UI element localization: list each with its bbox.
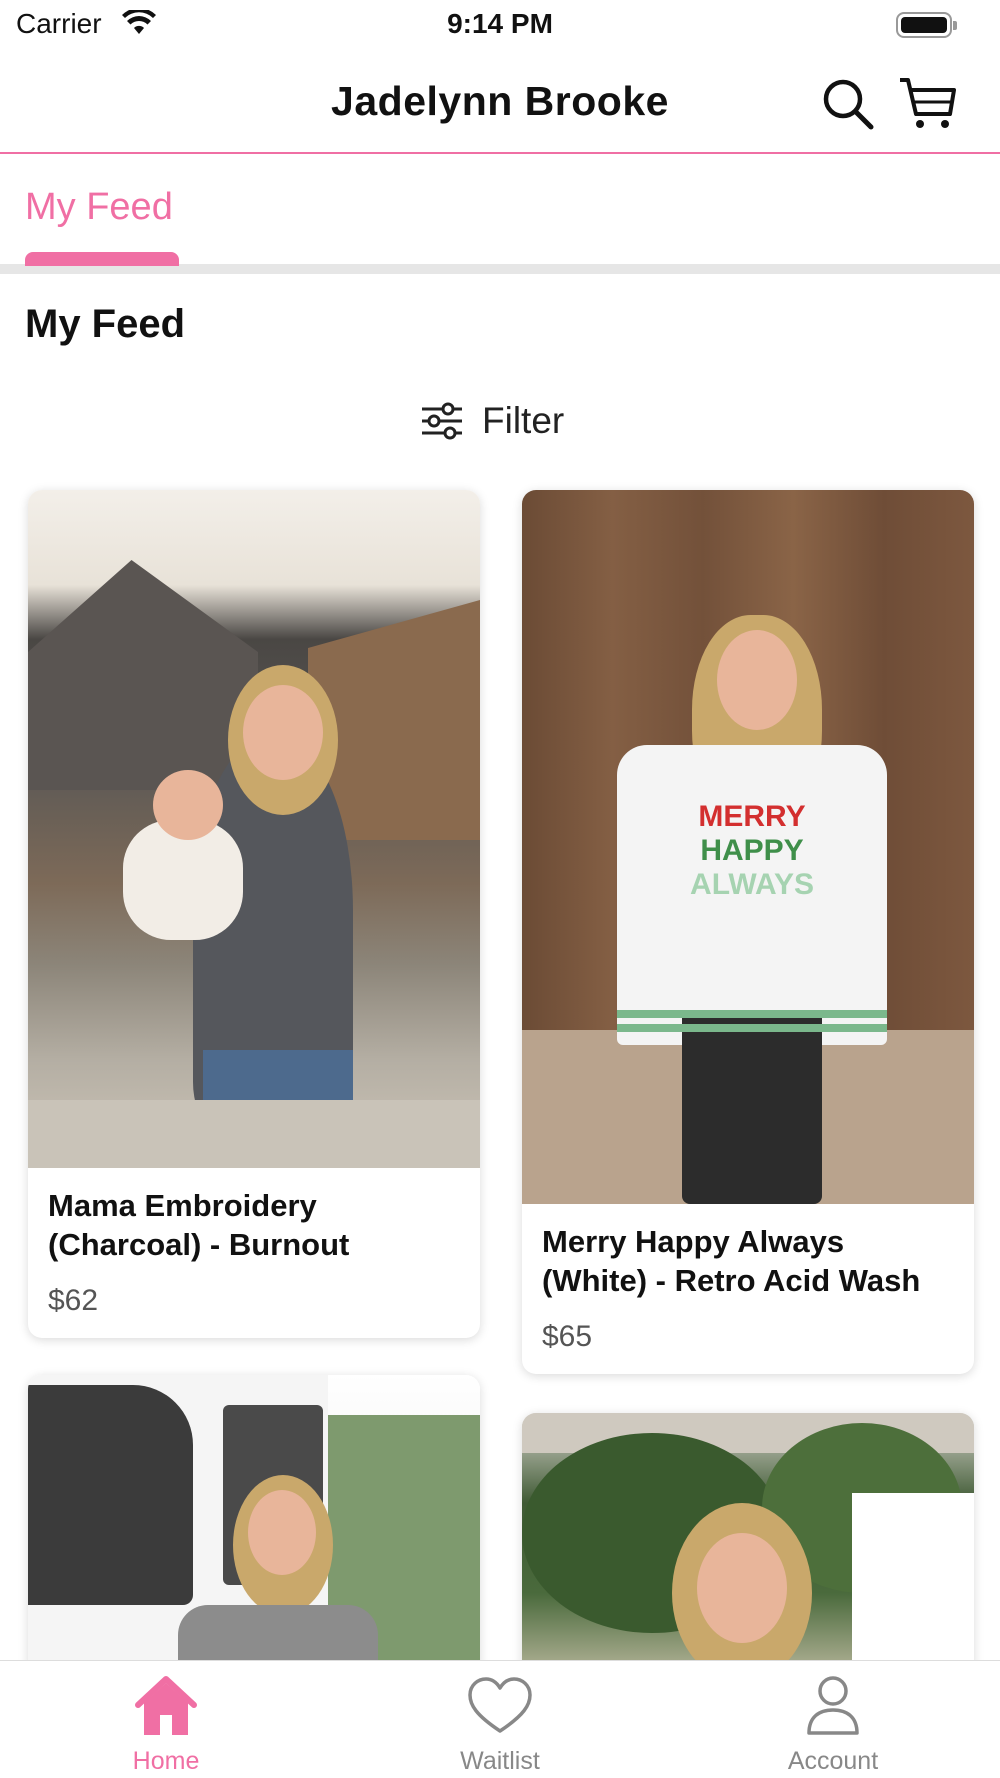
nav-waitlist[interactable]: Waitlist: [400, 1675, 600, 1776]
person-icon: [807, 1676, 859, 1735]
nav-home-label: Home: [132, 1747, 200, 1775]
home-icon: [135, 1676, 197, 1735]
product-image[interactable]: MERRY HAPPY ALWAYS: [522, 490, 974, 1204]
nav-account-label: Account: [787, 1747, 879, 1775]
filter-button[interactable]: Filter: [420, 396, 564, 446]
tab-bar: My Feed: [0, 156, 1000, 274]
search-icon: [823, 79, 874, 130]
active-tab-indicator: [25, 252, 179, 266]
nav-home[interactable]: Home: [66, 1675, 266, 1776]
nav-account[interactable]: Account: [733, 1675, 933, 1776]
cart-button[interactable]: [896, 72, 960, 136]
product-name[interactable]: Merry Happy Always (White) - Retro Acid …: [542, 1222, 954, 1300]
battery-icon: [896, 12, 957, 38]
product-price: $65: [542, 1320, 593, 1353]
product-card[interactable]: Mama Embroidery (Charcoal) - Burnout $62: [28, 490, 480, 1338]
product-image[interactable]: [28, 1375, 480, 1675]
product-image[interactable]: [28, 490, 480, 1168]
filter-label: Filter: [482, 400, 565, 441]
product-card[interactable]: [522, 1413, 974, 1675]
product-image[interactable]: [522, 1413, 974, 1675]
search-button[interactable]: [816, 72, 880, 136]
app-header: Jadelynn Brooke: [0, 56, 1000, 154]
heart-icon: [468, 1677, 532, 1733]
product-name[interactable]: Mama Embroidery (Charcoal) - Burnout: [48, 1186, 460, 1264]
cart-icon: [900, 78, 956, 128]
product-card[interactable]: MERRY HAPPY ALWAYS Merry Happy Always (Whi…: [522, 490, 974, 1374]
bottom-nav: Home Waitlist Account: [0, 1660, 1000, 1778]
nav-waitlist-label: Waitlist: [460, 1747, 540, 1775]
section-title: My Feed: [25, 302, 186, 346]
product-card[interactable]: [28, 1375, 480, 1675]
status-bar: Carrier 9:14 PM: [0, 0, 1000, 50]
tab-my-feed[interactable]: My Feed: [25, 186, 173, 229]
clock: 9:14 PM: [447, 8, 553, 39]
product-price: $62: [48, 1284, 99, 1317]
sliders-icon: [422, 402, 462, 440]
